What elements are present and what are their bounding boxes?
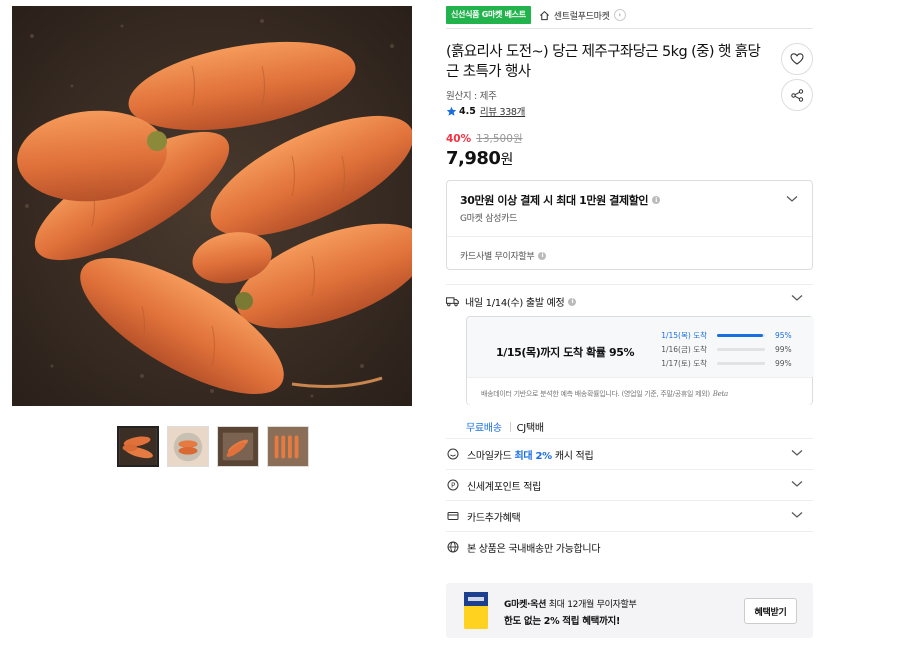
price-discount-row: 40% 13,500원: [446, 131, 523, 146]
arrival-note: 배송데이터 기반으로 분석한 예측 배송확률입니다. (영업일 기준, 주말/공…: [467, 377, 812, 405]
divider: [447, 236, 812, 237]
probability-bar: [717, 333, 765, 337]
like-button[interactable]: [781, 43, 813, 75]
card-benefit-title-text: 30만원 이상 결제 시 최대 1만원 결제할인: [460, 194, 649, 207]
rating-value: 4.5: [459, 105, 476, 117]
card-image-icon: [464, 592, 488, 629]
probability-list: 1/15(목) 도착 95% 1/16(금) 도착 99% 1/17(토) 도착 99%: [651, 328, 795, 370]
shinsegae-point-row[interactable]: P 신세계포인트 적립: [446, 469, 813, 500]
point-icon: P: [447, 479, 459, 491]
sale-price-value: 7,980: [446, 148, 501, 169]
seller-store-link[interactable]: 센트럴푸드마켓 ›: [539, 9, 626, 22]
info-icon[interactable]: i: [538, 251, 547, 260]
promo-line-2: 한도 없는 2% 적립 혜택까지!: [504, 616, 620, 627]
card-extra-benefit-row[interactable]: 카드추가혜택: [446, 500, 813, 531]
star-icon: [446, 106, 457, 116]
installment-text: 카드사별 무이자할부: [460, 252, 535, 262]
probability-row: 1/15(목) 도착 95%: [651, 328, 795, 342]
smile-icon: [447, 448, 459, 460]
promo-brand: G마켓·옥션: [504, 600, 547, 610]
smile-card-text-post: 캐시 적립: [554, 450, 594, 462]
domestic-only-text: 본 상품은 국내배송만 가능합니다: [467, 543, 601, 555]
probability-percent: 99%: [775, 358, 792, 368]
smile-card-text: 스마일카드: [467, 450, 512, 462]
card-icon: [447, 512, 459, 520]
share-icon: [790, 88, 803, 102]
probability-percent: 95%: [775, 330, 792, 340]
home-icon: [539, 10, 549, 20]
probability-row: 1/16(금) 도착 99%: [651, 342, 795, 356]
thumbnail-1[interactable]: [117, 426, 159, 467]
currency-unit: 원: [500, 152, 513, 168]
thumbnail-4[interactable]: [267, 426, 309, 467]
promo-banner: G마켓·옥션 최대 12개월 무이자할부 한도 없는 2% 적립 혜택까지! 혜…: [446, 583, 813, 638]
best-badge: 신선식품 G마켓 베스트: [446, 6, 531, 24]
truck-icon: [446, 297, 459, 307]
domestic-only-row: 본 상품은 국내배송만 가능합니다: [446, 531, 813, 562]
chevron-down-icon[interactable]: [786, 195, 798, 203]
probability-bar-fill: [717, 333, 763, 337]
sale-price: 7,980원: [446, 148, 513, 169]
thumbnail-2[interactable]: [167, 426, 209, 467]
thumbnail-3[interactable]: [217, 426, 259, 467]
product-info-panel: 신선식품 G마켓 베스트 센트럴푸드마켓 › (흙요리사 도전~) 당근 제주구…: [446, 6, 814, 638]
share-button[interactable]: [781, 79, 813, 111]
heart-icon: [790, 53, 804, 65]
installment-link[interactable]: 카드사별 무이자할부 i: [460, 249, 547, 262]
main-product-image: [12, 6, 412, 406]
info-icon[interactable]: i: [568, 297, 577, 306]
arrival-probability-text: 1/15(목)까지 도착 확률 95%: [496, 346, 635, 359]
globe-icon: [447, 541, 459, 553]
rating-row: 4.5 리뷰 338개: [446, 104, 525, 118]
departure-text: 내일 1/14(수) 출발 예정: [465, 298, 565, 309]
probability-date: 1/17(토) 도착: [661, 358, 707, 368]
shipping-header[interactable]: 내일 1/14(수) 출발 예정 i: [446, 294, 813, 309]
divider: [446, 28, 813, 29]
chevron-right-icon: ›: [613, 9, 626, 21]
beta-label: Beta: [712, 390, 728, 398]
promo-line-1: G마켓·옥션 최대 12개월 무이자할부: [504, 597, 637, 610]
original-price: 13,500원: [476, 133, 523, 145]
info-icon[interactable]: i: [652, 196, 661, 204]
origin-text: 원산지 : 제주: [446, 91, 497, 102]
product-title: (흙요리사 도전~) 당근 제주구좌당근 5kg (중) 햇 흙당근 초특가 행…: [446, 44, 761, 80]
smile-card-highlight: 최대 2%: [514, 450, 553, 462]
chevron-down-icon[interactable]: [791, 294, 803, 302]
chevron-down-icon: [791, 481, 803, 487]
free-shipping-label: 무료배송: [466, 423, 502, 434]
separator: [509, 421, 511, 432]
card-extra-text: 카드추가혜택: [467, 512, 521, 524]
probability-bar: [717, 361, 765, 365]
delivery-fee-row: 무료배송 CJ택배: [466, 419, 544, 434]
probability-percent: 99%: [775, 344, 792, 354]
shinsegae-point-text: 신세계포인트 적립: [467, 481, 542, 493]
smile-card-row[interactable]: 스마일카드 최대 2% 캐시 적립: [446, 438, 813, 469]
review-count-link[interactable]: 리뷰 338개: [480, 104, 526, 118]
probability-bar: [717, 347, 765, 351]
card-benefit-title[interactable]: 30만원 이상 결제 시 최대 1만원 결제할인 i: [460, 192, 661, 208]
chevron-down-icon: [791, 512, 803, 518]
carrier-name: CJ택배: [516, 423, 544, 434]
discount-rate: 40%: [446, 132, 472, 145]
probability-date: 1/16(금) 도착: [661, 344, 707, 354]
thumbnail-list: [117, 426, 309, 467]
promo-line-1-rest: 최대 12개월 무이자할부: [548, 600, 637, 610]
divider: [446, 284, 813, 285]
svg-text:P: P: [451, 482, 455, 490]
seller-name: 센트럴푸드마켓: [553, 11, 610, 22]
chevron-down-icon: [791, 450, 803, 456]
card-benefit-sub: G마켓 삼성카드: [460, 214, 518, 224]
probability-row: 1/17(토) 도착 99%: [651, 356, 795, 370]
arrival-probability-box: 1/15(목)까지 도착 확률 95% 1/15(목) 도착 95% 1/16(금)…: [466, 316, 814, 405]
get-benefit-button[interactable]: 혜택받기: [744, 598, 797, 624]
probability-date: 1/15(목) 도착: [661, 330, 707, 340]
card-benefit-box: 30만원 이상 결제 시 최대 1만원 결제할인 i G마켓 삼성카드 카드사별…: [446, 180, 813, 270]
arrival-note-text: 배송데이터 기반으로 분석한 예측 배송확률입니다. (영업일 기준, 주말/공…: [481, 390, 710, 398]
